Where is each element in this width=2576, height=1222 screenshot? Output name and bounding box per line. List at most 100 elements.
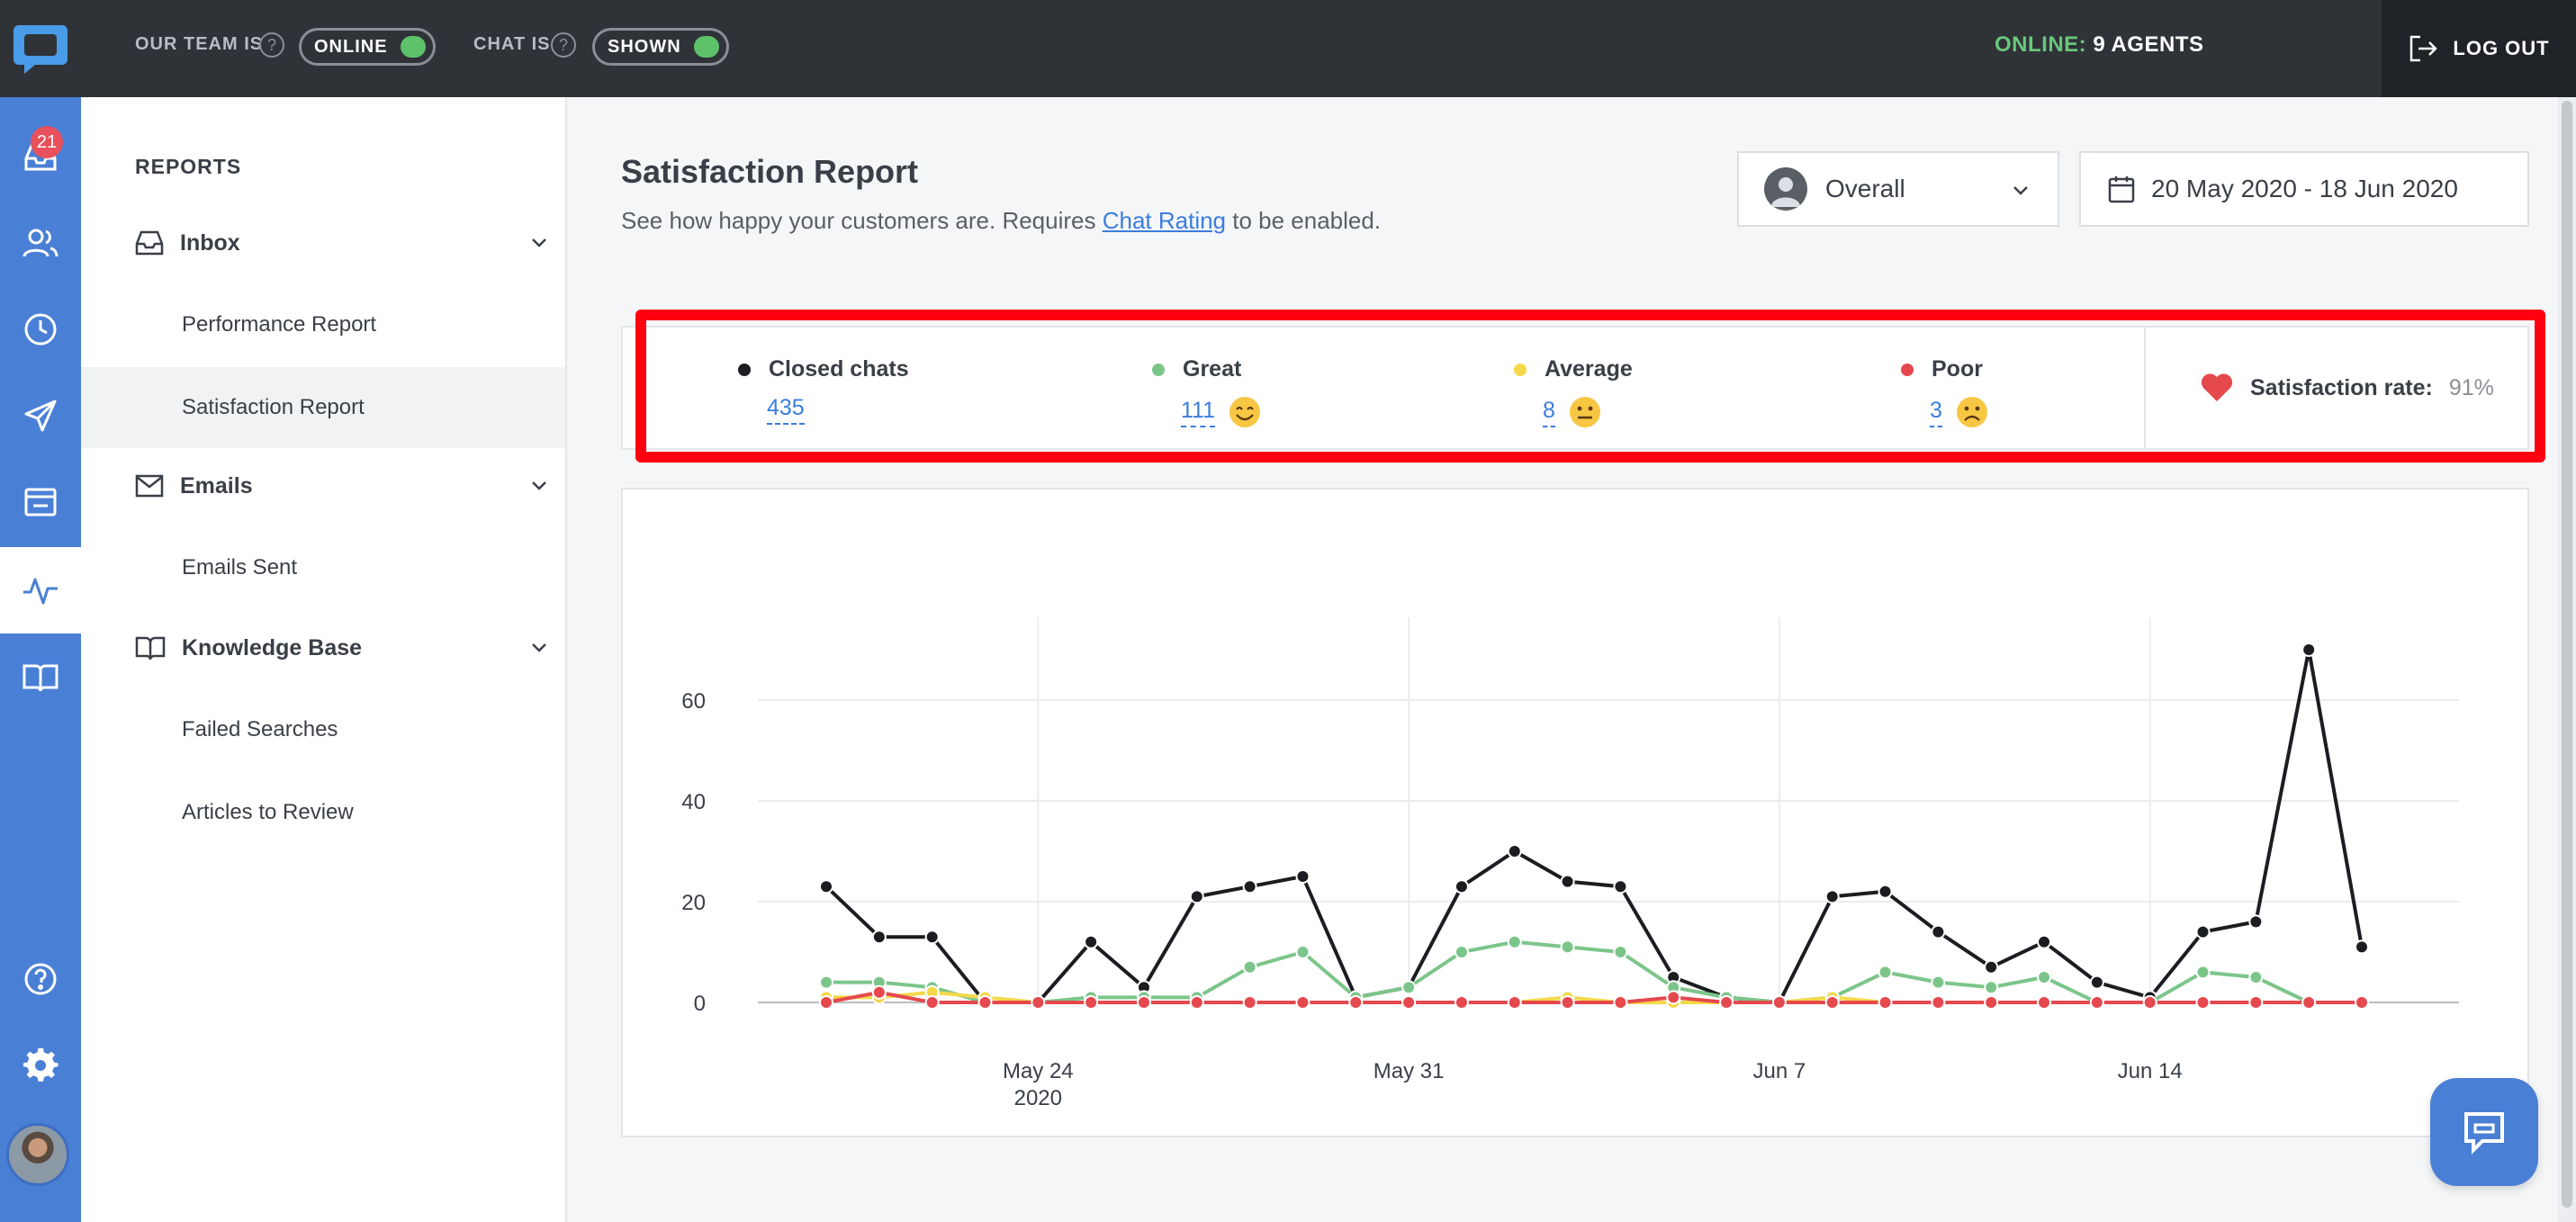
data-point-poor[interactable] (2195, 995, 2211, 1010)
team-help-icon[interactable]: ? (259, 32, 284, 58)
data-point-closed-chats[interactable] (2355, 939, 2369, 955)
data-point-closed-chats[interactable] (1295, 869, 1311, 884)
data-point-poor[interactable] (1771, 995, 1787, 1010)
data-point-poor[interactable] (1242, 995, 1257, 1010)
data-point-closed-chats[interactable] (1824, 889, 1840, 904)
data-point-closed-chats[interactable] (2301, 642, 2317, 657)
rail-knowledge-base[interactable] (0, 633, 81, 720)
data-point-poor[interactable] (1454, 995, 1469, 1010)
data-point-poor[interactable] (1189, 995, 1204, 1010)
online-agents-indicator: ONLINE: 9 AGENTS (1995, 32, 2203, 58)
rail-widget[interactable] (0, 459, 81, 545)
data-point-closed-chats[interactable] (1507, 844, 1522, 858)
data-point-poor[interactable] (1348, 995, 1364, 1010)
agent-filter-select[interactable]: Overall (1737, 151, 2059, 227)
data-point-closed-chats[interactable] (2195, 924, 2211, 939)
nav-group-inbox[interactable]: Inbox (135, 218, 549, 268)
team-online-toggle[interactable]: ONLINE (299, 28, 436, 66)
data-point-closed-chats[interactable] (924, 930, 940, 945)
nav-item-emails-sent[interactable]: Emails Sent (81, 527, 565, 608)
data-point-great[interactable] (1401, 980, 1417, 995)
data-point-closed-chats[interactable] (819, 879, 833, 894)
data-point-closed-chats[interactable] (1242, 879, 1257, 894)
book-icon (23, 664, 59, 692)
data-point-poor[interactable] (1931, 995, 1946, 1010)
data-point-poor[interactable] (1084, 995, 1099, 1010)
data-point-closed-chats[interactable] (2089, 975, 2104, 990)
data-point-closed-chats[interactable] (1613, 879, 1628, 894)
data-point-poor[interactable] (2089, 995, 2104, 1010)
data-point-closed-chats[interactable] (1084, 934, 1099, 949)
data-point-great[interactable] (1878, 965, 1893, 980)
data-point-poor[interactable] (1507, 995, 1522, 1010)
stat-value[interactable]: 111 (1181, 398, 1216, 427)
chat-rating-link[interactable]: Chat Rating (1103, 207, 1226, 234)
data-point-great[interactable] (1931, 975, 1946, 990)
data-point-great[interactable] (819, 975, 833, 990)
nav-group-knowledge-base[interactable]: Knowledge Base (135, 623, 549, 673)
data-point-closed-chats[interactable] (2037, 934, 2052, 949)
stat-value[interactable]: 3 (1930, 398, 1942, 427)
scrollbar-thumb[interactable] (2562, 101, 2572, 1208)
data-point-great[interactable] (2195, 965, 2211, 980)
data-point-great[interactable] (1295, 945, 1311, 959)
chat-shown-toggle[interactable]: SHOWN (592, 28, 729, 66)
rail-history[interactable] (0, 286, 81, 373)
data-point-poor[interactable] (1984, 995, 1999, 1010)
data-point-closed-chats[interactable] (871, 930, 887, 945)
data-point-poor[interactable] (1401, 995, 1417, 1010)
data-point-closed-chats[interactable] (1560, 874, 1575, 889)
data-point-poor[interactable] (1824, 995, 1840, 1010)
data-point-closed-chats[interactable] (2248, 914, 2264, 930)
data-point-poor[interactable] (2355, 995, 2369, 1010)
nav-item-performance-report[interactable]: Performance Report (81, 284, 565, 365)
data-point-poor[interactable] (1031, 995, 1046, 1010)
nav-item-satisfaction-report[interactable]: Satisfaction Report (81, 367, 565, 448)
chat-launcher-button[interactable] (2430, 1078, 2538, 1186)
data-point-poor[interactable] (2037, 995, 2052, 1010)
data-point-poor[interactable] (871, 984, 887, 1000)
rail-campaigns[interactable] (0, 373, 81, 459)
stat-value[interactable]: 8 (1543, 398, 1555, 427)
chat-help-icon[interactable]: ? (551, 32, 576, 58)
data-point-great[interactable] (1984, 980, 1999, 995)
data-point-poor[interactable] (1613, 995, 1628, 1010)
rail-settings[interactable] (0, 1022, 81, 1109)
data-point-poor[interactable] (1666, 990, 1681, 1005)
user-avatar[interactable] (6, 1123, 69, 1186)
data-point-poor[interactable] (1719, 995, 1734, 1010)
data-point-poor[interactable] (977, 995, 993, 1010)
data-point-poor[interactable] (2248, 995, 2264, 1010)
rail-reports[interactable] (0, 547, 81, 633)
data-point-great[interactable] (1242, 959, 1257, 975)
data-point-poor[interactable] (2301, 995, 2317, 1010)
nav-item-articles-to-review[interactable]: Articles to Review (81, 772, 565, 853)
data-point-closed-chats[interactable] (1454, 879, 1469, 894)
stat-value[interactable]: 435 (767, 395, 805, 425)
app-logo[interactable] (0, 0, 81, 97)
data-point-closed-chats[interactable] (1878, 884, 1893, 899)
data-point-great[interactable] (1613, 945, 1628, 959)
nav-group-emails[interactable]: Emails (135, 461, 549, 511)
data-point-great[interactable] (1454, 945, 1469, 959)
data-point-poor[interactable] (1295, 995, 1311, 1010)
data-point-poor[interactable] (819, 995, 833, 1010)
page-scrollbar[interactable] (2558, 97, 2576, 1222)
data-point-great[interactable] (2248, 970, 2264, 984)
rail-help[interactable] (0, 936, 81, 1022)
data-point-poor[interactable] (1136, 995, 1151, 1010)
data-point-poor[interactable] (1878, 995, 1893, 1010)
data-point-great[interactable] (2037, 970, 2052, 984)
data-point-closed-chats[interactable] (1189, 889, 1204, 904)
logout-button[interactable]: LOG OUT (2382, 0, 2576, 97)
data-point-poor[interactable] (2142, 995, 2157, 1010)
rail-contacts[interactable] (0, 200, 81, 286)
data-point-closed-chats[interactable] (1984, 959, 1999, 975)
data-point-closed-chats[interactable] (1931, 924, 1946, 939)
data-point-great[interactable] (1507, 934, 1522, 949)
data-point-poor[interactable] (1560, 995, 1575, 1010)
date-range-picker[interactable]: 20 May 2020 - 18 Jun 2020 (2079, 151, 2529, 227)
data-point-great[interactable] (1560, 939, 1575, 955)
nav-item-failed-searches[interactable]: Failed Searches (81, 689, 565, 770)
data-point-poor[interactable] (924, 995, 940, 1010)
